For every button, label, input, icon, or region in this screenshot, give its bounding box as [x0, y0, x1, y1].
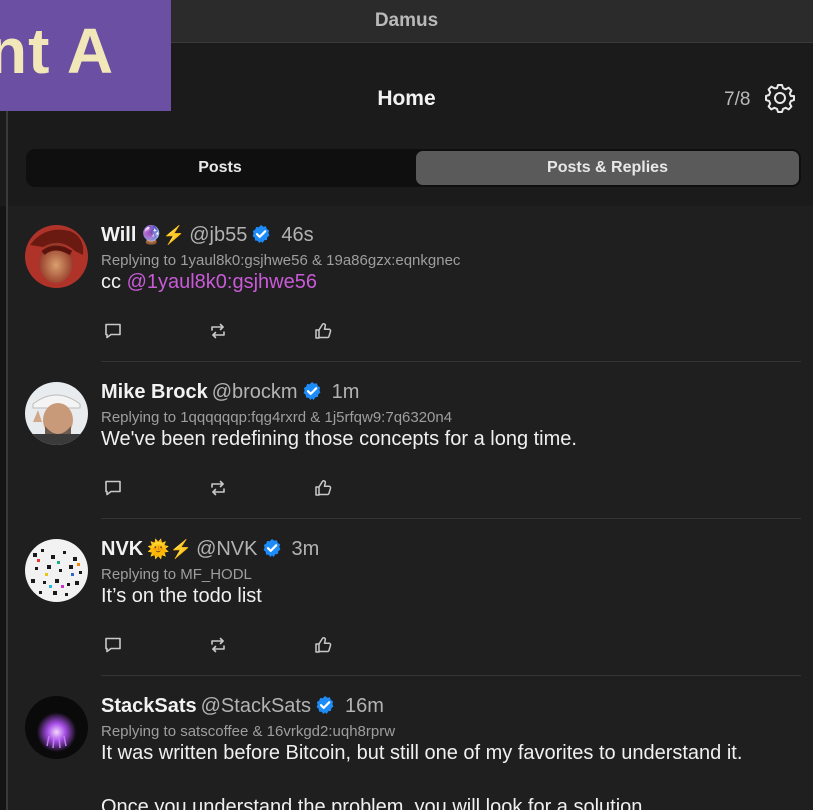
feed-post[interactable]: NVK 🌞⚡ @NVK 3m Replying to MF_HODL It’s on … [8, 520, 813, 677]
post-header: NVK 🌞⚡ @NVK 3m [101, 538, 319, 561]
repost-icon[interactable] [208, 635, 228, 655]
repost-icon[interactable] [208, 478, 228, 498]
replying-to[interactable]: Replying to satscoffee & 16vrkgd2:uqh8rp… [101, 723, 395, 740]
feed-post[interactable]: Mike Brock @brockm 1m Replying to 1qqqqqqp… [8, 363, 813, 520]
post-time: 1m [331, 381, 360, 403]
gear-icon[interactable] [764, 82, 796, 114]
comment-icon[interactable] [103, 635, 123, 655]
author-name[interactable]: NVK [101, 538, 143, 560]
avatar[interactable] [25, 696, 88, 759]
mention-link[interactable]: @1yaul8k0:gsjhwe56 [127, 271, 317, 293]
post-content-continued: Once you understand the problem, you wil… [101, 796, 648, 810]
post-divider [101, 675, 801, 676]
replying-to[interactable]: Replying to 1yaul8k0:gsjhwe56 & 19a86gzx… [101, 252, 460, 269]
avatar[interactable] [25, 539, 88, 602]
replying-to[interactable]: Replying to MF_HODL [101, 566, 252, 583]
post-content: cc @1yaul8k0:gsjhwe56 [101, 271, 317, 294]
verified-badge-icon [303, 382, 320, 400]
author-name[interactable]: Will [101, 224, 136, 246]
overlay-badge-text: nt A [0, 15, 115, 87]
replying-to[interactable]: Replying to 1qqqqqqp:fqg4rxrd & 1j5rfqw9… [101, 409, 452, 426]
post-content-prefix: cc [101, 271, 127, 293]
author-handle[interactable]: @brockm [212, 381, 298, 403]
timeline-feed[interactable]: Will 🔮⚡ @jb55 46s Replying to 1yaul8k0:gsjh… [8, 206, 813, 810]
post-divider [101, 361, 801, 362]
overlay-badge: nt A [0, 0, 171, 111]
author-emoji: 🔮⚡ [140, 225, 186, 245]
repost-icon[interactable] [208, 321, 228, 341]
post-time: 3m [291, 538, 320, 560]
avatar[interactable] [25, 382, 88, 445]
comment-icon[interactable] [103, 478, 123, 498]
feed-post[interactable]: Will 🔮⚡ @jb55 46s Replying to 1yaul8k0:gsjh… [8, 206, 813, 363]
tab-posts-and-replies[interactable]: Posts & Replies [416, 151, 799, 185]
post-divider [101, 518, 801, 519]
post-header: Will 🔮⚡ @jb55 46s [101, 224, 314, 247]
post-header: StackSats @StackSats 16m [101, 695, 384, 718]
post-content: We've been redefining those concepts for… [101, 428, 577, 450]
tab-posts[interactable]: Posts [26, 149, 414, 187]
post-content: It’s on the todo list [101, 585, 262, 607]
like-icon[interactable] [313, 321, 333, 341]
author-handle[interactable]: @NVK [196, 538, 257, 560]
verified-badge-icon [252, 225, 270, 243]
verified-badge-icon [263, 539, 280, 557]
like-icon[interactable] [313, 635, 333, 655]
like-icon[interactable] [313, 478, 333, 498]
post-time: 46s [281, 224, 314, 246]
avatar[interactable] [25, 225, 88, 288]
post-content: It was written before Bitcoin, but still… [101, 742, 743, 764]
author-name[interactable]: StackSats [101, 695, 197, 717]
relay-counter[interactable]: 7/8 [724, 89, 750, 111]
feed-post[interactable]: StackSats @StackSats 16m Replying to satsc… [8, 677, 813, 810]
author-handle[interactable]: @jb55 [189, 224, 247, 246]
post-time: 16m [344, 695, 384, 717]
author-name[interactable]: Mike Brock [101, 381, 208, 403]
author-emoji: 🌞⚡ [147, 539, 193, 559]
comment-icon[interactable] [103, 321, 123, 341]
verified-badge-icon [316, 696, 334, 714]
post-header: Mike Brock @brockm 1m [101, 381, 359, 404]
author-handle[interactable]: @StackSats [201, 695, 311, 717]
feed-filter-segmented-control: Posts Posts & Replies [26, 149, 801, 187]
